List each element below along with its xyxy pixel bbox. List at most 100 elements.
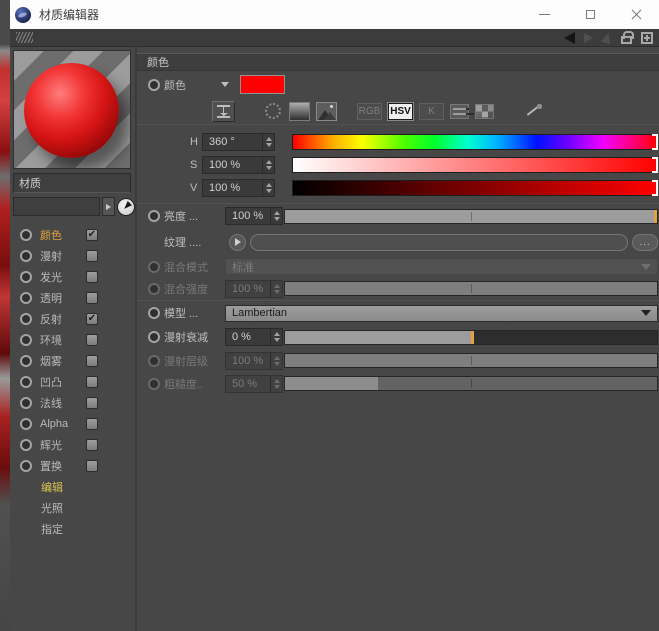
forward-arrow-icon (584, 32, 593, 43)
value-gradient-slider[interactable] (292, 179, 658, 196)
diffuse-falloff-slider[interactable] (284, 329, 658, 345)
slider-handle[interactable] (471, 330, 474, 344)
mix-strength-input: 100 % (225, 279, 283, 298)
sidebar-item-luminance[interactable]: 发光 (13, 266, 135, 287)
channel-checkbox[interactable] (86, 417, 98, 430)
back-arrow-icon[interactable] (564, 31, 575, 44)
radio-icon[interactable] (148, 331, 160, 343)
sidebar-item-transparency[interactable]: 透明 (13, 287, 135, 308)
left-panel: 材质 颜色 ✔ 漫射 发光 透明 反射 ✔ 环境 烟雾 凹凸 法线 Alpha … (10, 47, 135, 631)
hue-gradient-slider[interactable] (292, 133, 658, 150)
diffuse-falloff-input[interactable]: 0 % (225, 328, 283, 346)
sidebar-item-assign[interactable]: 指定 (13, 518, 135, 539)
close-button[interactable] (613, 0, 659, 29)
channel-checkbox[interactable] (86, 249, 98, 262)
chevron-down-icon[interactable] (221, 82, 229, 87)
material-link-field[interactable] (13, 197, 100, 216)
brightness-input[interactable]: 100 % (225, 207, 283, 225)
sidebar-item-diffusion[interactable]: 漫射 (13, 245, 135, 266)
material-name-field[interactable]: 材质 (13, 173, 131, 193)
hsv-mode-button[interactable]: HSV (388, 102, 413, 120)
editor-toolbar (10, 29, 659, 47)
color-label: 颜色 (164, 79, 186, 92)
image-icon[interactable] (316, 101, 337, 121)
sidebar-item-displacement[interactable]: 置换 (13, 455, 135, 476)
sidebar-item-reflection[interactable]: 反射 ✔ (13, 308, 135, 329)
slider-handle[interactable] (652, 179, 658, 196)
sidebar-item-illumination[interactable]: 光照 (13, 497, 135, 518)
gradient-icon[interactable] (289, 101, 310, 121)
mixer-icon[interactable] (450, 103, 469, 119)
value-input[interactable]: 100 % (202, 178, 275, 197)
sidebar-item-color[interactable]: 颜色 ✔ (13, 224, 135, 245)
channel-checkbox[interactable] (86, 459, 98, 472)
channel-checkbox[interactable] (86, 354, 98, 367)
hue-input[interactable]: 360 ° (202, 132, 275, 151)
radio-icon (20, 438, 32, 451)
saturation-input[interactable]: 100 % (202, 155, 275, 174)
color-wheel-icon[interactable] (265, 103, 281, 119)
cursor-arrow-icon (122, 200, 132, 211)
radio-icon[interactable] (148, 78, 160, 91)
saturation-row: S 100 % (137, 153, 659, 176)
material-preview[interactable] (13, 50, 131, 169)
sidebar-item-environment[interactable]: 环境 (13, 329, 135, 350)
radio-icon (148, 377, 160, 390)
slider-handle[interactable] (654, 209, 657, 223)
stepper[interactable] (262, 156, 274, 173)
slider-handle[interactable] (652, 156, 658, 173)
radio-icon[interactable] (148, 210, 160, 222)
saturation-gradient-slider[interactable] (292, 156, 658, 173)
add-box-icon[interactable] (641, 31, 653, 44)
link-menu-button[interactable] (102, 197, 115, 216)
texture-path-field[interactable] (250, 233, 628, 251)
k-mode-button[interactable]: K (419, 102, 444, 120)
texture-menu-button[interactable] (229, 233, 246, 251)
sidebar-item-edit[interactable]: 编辑 (13, 476, 135, 497)
pick-material-button[interactable] (117, 197, 135, 216)
sidebar-item-bump[interactable]: 凹凸 (13, 371, 135, 392)
channel-checkbox[interactable]: ✔ (86, 228, 98, 241)
model-dropdown[interactable]: Lambertian (225, 304, 658, 322)
swatches-icon[interactable] (475, 103, 494, 119)
radio-icon (20, 396, 32, 409)
channel-checkbox[interactable] (86, 438, 98, 451)
stepper[interactable] (262, 179, 274, 196)
radio-icon (20, 417, 32, 430)
maximize-button[interactable] (567, 0, 613, 29)
radio-icon[interactable] (148, 307, 160, 319)
channel-checkbox[interactable] (86, 396, 98, 409)
diffuse-falloff-label: 漫射衰减 (164, 332, 208, 344)
rgb-mode-button[interactable]: RGB (357, 102, 382, 120)
sidebar-item-alpha[interactable]: Alpha (13, 413, 135, 434)
color-value-row: 颜色 (137, 71, 659, 98)
sidebar-item-glow[interactable]: 辉光 (13, 434, 135, 455)
chevron-down-icon (641, 263, 651, 270)
radio-icon (20, 291, 32, 304)
channel-checkbox[interactable] (86, 270, 98, 283)
texture-browse-button[interactable]: ... (632, 233, 658, 251)
channel-checkbox[interactable] (86, 291, 98, 304)
app-logo-icon (15, 6, 31, 23)
radio-icon (148, 354, 160, 367)
eyedropper-icon[interactable] (524, 103, 542, 119)
color-swatch[interactable] (240, 75, 285, 94)
window-controls (521, 0, 659, 29)
grip-handle-icon[interactable] (16, 32, 33, 43)
window-title: 材质编辑器 (39, 8, 100, 22)
channel-checkbox[interactable] (86, 333, 98, 346)
slider-handle[interactable] (652, 133, 658, 150)
brightness-slider[interactable] (284, 208, 658, 224)
minimize-button[interactable] (521, 0, 567, 29)
stepper[interactable] (262, 133, 274, 150)
radio-icon (20, 354, 32, 367)
sidebar-item-normal[interactable]: 法线 (13, 392, 135, 413)
stepper[interactable] (270, 208, 282, 224)
channel-checkbox[interactable]: ✔ (86, 312, 98, 325)
fit-range-button[interactable] (212, 100, 235, 122)
maximize-icon (585, 10, 595, 19)
channel-checkbox[interactable] (86, 375, 98, 388)
sidebar-item-fog[interactable]: 烟雾 (13, 350, 135, 371)
stepper[interactable] (270, 329, 282, 345)
lock-icon[interactable] (621, 31, 634, 44)
